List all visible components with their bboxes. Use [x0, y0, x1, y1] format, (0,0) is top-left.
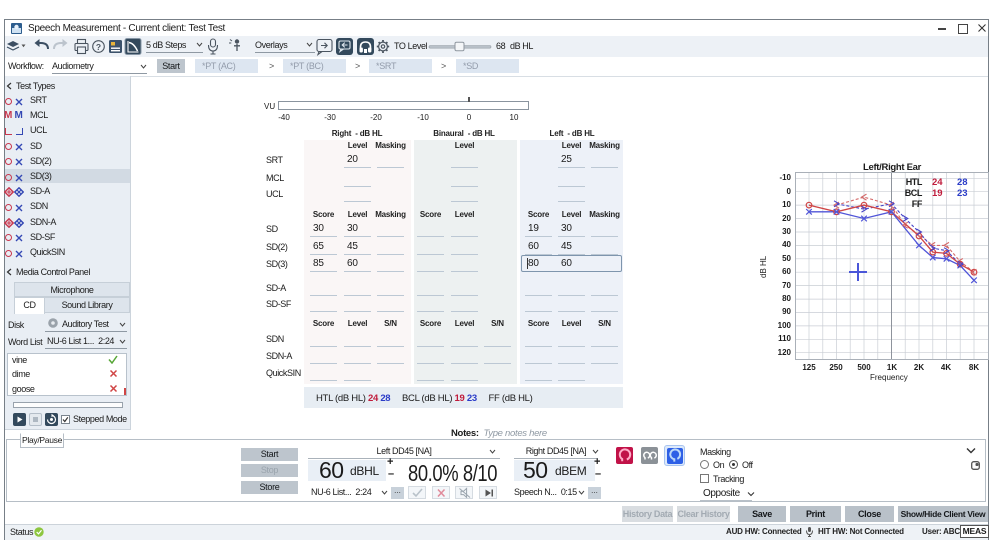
svg-text:?: ? [96, 42, 101, 52]
